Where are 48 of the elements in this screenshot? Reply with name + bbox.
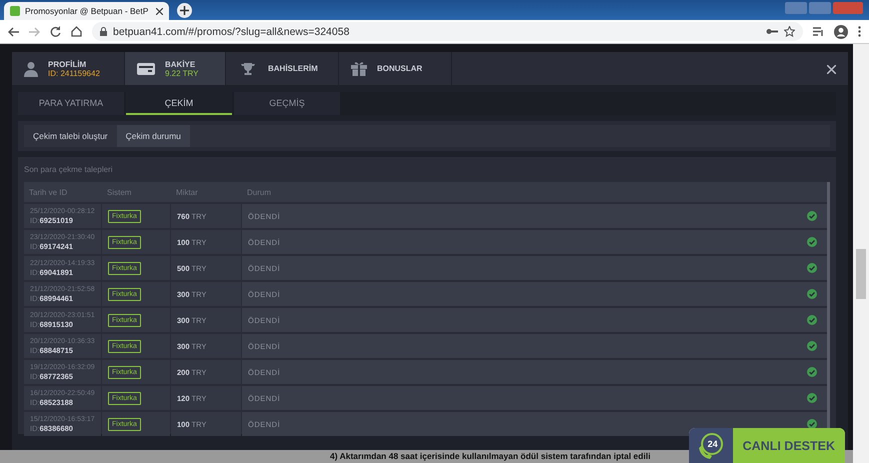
- column-header: Durum: [246, 186, 272, 198]
- scrollbar-thumb[interactable]: [856, 249, 866, 299]
- support-badge-text: 24: [708, 438, 718, 448]
- back-icon[interactable]: [8, 26, 19, 36]
- check-icon: [807, 237, 817, 247]
- column-header: Tarih ve ID: [28, 186, 68, 198]
- header-tab-title: BAHİSLERİM: [268, 64, 318, 73]
- home-icon[interactable]: [71, 26, 82, 37]
- subtab[interactable]: Çekim talebi oluştur: [24, 125, 117, 147]
- reload-icon[interactable]: [50, 26, 61, 37]
- panel-title: Son para çekme talepleri: [24, 164, 114, 176]
- check-icon: [807, 341, 817, 351]
- tab[interactable]: GEÇMİŞ: [234, 92, 340, 115]
- check-icon: [807, 263, 817, 273]
- check-icon: [807, 315, 817, 325]
- key-icon[interactable]: [766, 28, 778, 35]
- header-tab-subtitle: 9.22 TRY: [165, 68, 199, 78]
- account-icon[interactable]: [834, 24, 848, 38]
- address-field[interactable]: betpuan41.com/#/promos/?slug=all&news=324058: [92, 22, 803, 41]
- check-icon: [807, 289, 817, 299]
- lock-icon: [100, 27, 107, 36]
- header-tab-title: BONUSLAR: [377, 64, 422, 73]
- column-header: Sistem: [106, 186, 132, 198]
- header-tab-subtitle: ID: 241159642: [48, 68, 100, 78]
- new-tab-button[interactable]: [177, 3, 192, 18]
- subtab[interactable]: Çekim durumu: [116, 125, 190, 147]
- browser-tab[interactable]: Promosyonlar @ Betpuan - BetP: [4, 2, 169, 20]
- header-tab[interactable]: BAHİSLERİM: [226, 52, 339, 85]
- wallet-icon: [137, 62, 155, 76]
- close-icon[interactable]: [156, 8, 163, 14]
- tab[interactable]: ÇEKİM: [126, 92, 232, 115]
- check-icon: [807, 393, 817, 403]
- favicon-icon: [10, 6, 20, 16]
- header-tab[interactable]: BAKİYE 9.22 TRY: [125, 52, 226, 85]
- header-tab-title: PROFİLİM: [48, 60, 88, 68]
- check-icon: [807, 367, 817, 377]
- star-icon[interactable]: [784, 26, 795, 37]
- trophy-icon: [238, 62, 258, 76]
- tab[interactable]: PARA YATIRMA: [18, 92, 124, 115]
- menu-icon[interactable]: [858, 26, 861, 37]
- header-tab[interactable]: BONUSLAR: [339, 52, 452, 85]
- gift-icon: [351, 61, 367, 76]
- playlist-icon[interactable]: [813, 26, 824, 36]
- check-icon: [807, 211, 817, 221]
- live-support-button[interactable]: 24 CANLI DESTEK: [688, 428, 845, 463]
- column-header: Miktar: [175, 186, 199, 198]
- header-tab-title: BAKİYE: [165, 60, 196, 68]
- user-icon: [24, 60, 38, 76]
